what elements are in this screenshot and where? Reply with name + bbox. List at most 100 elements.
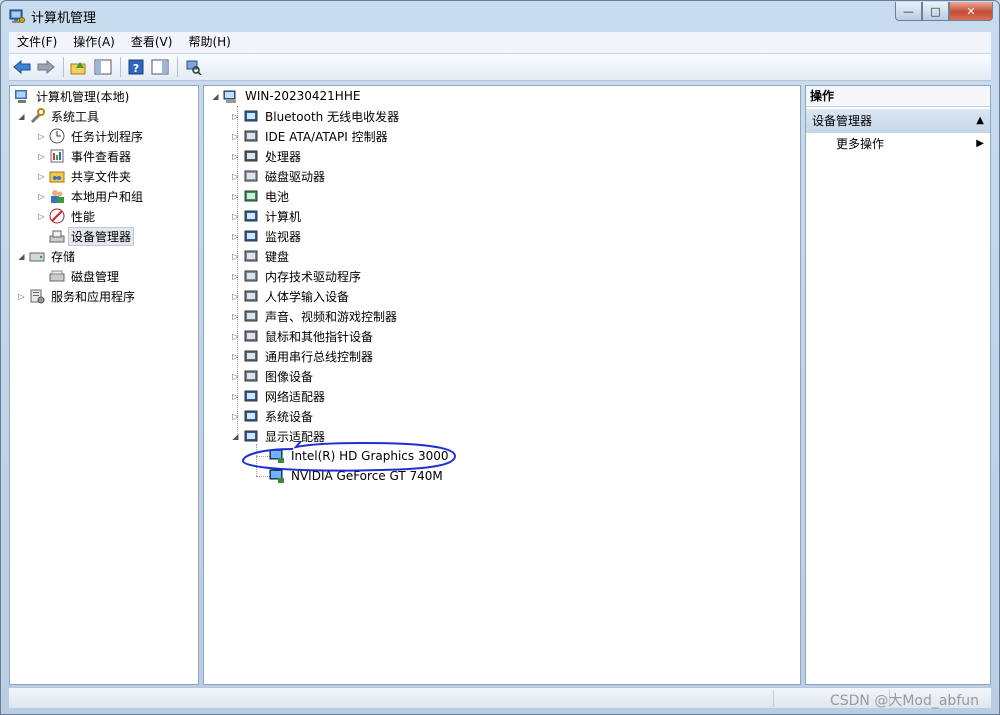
system-devices-icon (244, 410, 258, 422)
forward-button[interactable] (35, 56, 57, 78)
expand-arrow-icon[interactable]: ▷ (36, 126, 47, 146)
toolbar-separator (63, 57, 64, 77)
tree-performance[interactable]: ▷ 性能 (36, 206, 98, 226)
expand-arrow-icon[interactable]: ▷ (16, 286, 27, 306)
close-button[interactable]: ✕ (949, 2, 993, 21)
device-category-label: 声音、视频和游戏控制器 (265, 309, 398, 324)
device-tree-pane[interactable]: ◢ WIN-20230421HHE ▷ Bluetooth 无线电收发器 ▷ IDE … (203, 85, 801, 685)
tree-event-viewer[interactable]: ▷ 事件查看器 (36, 146, 134, 166)
menu-action[interactable]: 操作(A) (65, 32, 123, 53)
display-adapter-icon (244, 430, 258, 442)
expand-arrow-icon[interactable]: ▷ (230, 106, 241, 126)
expand-arrow-icon[interactable]: ▷ (36, 166, 47, 186)
submenu-arrow-icon: ▶ (976, 138, 984, 149)
device-category-row[interactable]: ▷ 计算机 (230, 206, 304, 226)
device-category-row[interactable]: ▷ 鼠标和其他指针设备 (230, 326, 376, 346)
device-category-label: 键盘 (265, 249, 290, 264)
tree-services-apps[interactable]: ▷ 服务和应用程序 (16, 286, 138, 306)
tree-disk-management[interactable]: 磁盘管理 (47, 266, 122, 286)
device-category-row[interactable]: ▷ 网络适配器 (230, 386, 328, 406)
expand-arrow-icon[interactable]: ▷ (230, 266, 241, 286)
menu-bar: 文件(F) 操作(A) 查看(V) 帮助(H) (9, 32, 991, 53)
close-icon: ✕ (966, 4, 976, 18)
collapse-up-icon[interactable]: ▲ (976, 109, 984, 133)
back-arrow-icon (13, 59, 31, 75)
device-category-row[interactable]: ▷ 声音、视频和游戏控制器 (230, 306, 400, 326)
memory-driver-icon (244, 270, 258, 282)
tree-root[interactable]: 计算机管理(本地) (12, 86, 132, 106)
device-category-label: 通用串行总线控制器 (265, 349, 374, 364)
scan-hardware-button[interactable] (182, 56, 204, 78)
expand-arrow-icon[interactable]: ▷ (36, 206, 47, 226)
device-category-row[interactable]: ▷ 系统设备 (230, 406, 316, 426)
device-category-row[interactable]: ▷ 磁盘驱动器 (230, 166, 328, 186)
expand-arrow-icon[interactable]: ▷ (230, 306, 241, 326)
device-category-row[interactable]: ▷ Bluetooth 无线电收发器 (230, 106, 402, 126)
device-category-row[interactable]: ▷ 人体学输入设备 (230, 286, 352, 306)
expand-arrow-icon[interactable]: ▷ (230, 326, 241, 346)
up-button[interactable] (68, 56, 90, 78)
collapse-arrow-icon[interactable]: ◢ (230, 426, 241, 446)
minimize-button[interactable]: — (895, 2, 922, 21)
device-manager-icon (49, 230, 65, 243)
back-button[interactable] (11, 56, 33, 78)
disk-management-icon (49, 270, 65, 282)
expand-arrow-icon[interactable]: ▷ (230, 166, 241, 186)
tree-device-manager[interactable]: 设备管理器 (47, 226, 135, 246)
tree-storage[interactable]: ◢ 存储 (16, 246, 78, 266)
help-button[interactable]: ? (125, 56, 147, 78)
device-category-row[interactable]: ▷ 处理器 (230, 146, 304, 166)
device-category-row[interactable]: ▷ 电池 (230, 186, 292, 206)
services-icon (30, 289, 45, 304)
tree-local-users[interactable]: ▷ 本地用户和组 (36, 186, 146, 206)
ide-controller-icon (244, 130, 258, 142)
expand-arrow-icon[interactable]: ▷ (230, 286, 241, 306)
menu-file[interactable]: 文件(F) (9, 32, 65, 53)
collapse-arrow-icon[interactable]: ◢ (210, 86, 221, 106)
menu-help[interactable]: 帮助(H) (180, 32, 238, 53)
device-category-row[interactable]: ▷ 图像设备 (230, 366, 316, 386)
tree-system-tools[interactable]: ◢ 系统工具 (16, 106, 102, 126)
processor-icon (244, 150, 258, 162)
device-category-row[interactable]: ◢ 显示适配器 (230, 426, 328, 446)
help-icon: ? (128, 59, 144, 75)
device-category-row[interactable]: ▷ 监视器 (230, 226, 304, 246)
expand-arrow-icon[interactable]: ▷ (230, 366, 241, 386)
device-intel-hd-graphics[interactable]: Intel(R) HD Graphics 3000 (267, 446, 452, 466)
expand-arrow-icon[interactable]: ▷ (230, 386, 241, 406)
device-category-row[interactable]: ▷ 通用串行总线控制器 (230, 346, 376, 366)
expand-arrow-icon[interactable]: ▷ (36, 186, 47, 206)
expand-arrow-icon[interactable]: ▷ (230, 186, 241, 206)
tree-task-scheduler[interactable]: ▷ 任务计划程序 (36, 126, 146, 146)
title-bar[interactable]: 计算机管理 — □ ✕ (1, 1, 999, 31)
collapse-arrow-icon[interactable]: ◢ (16, 246, 27, 266)
tree-shared-folders[interactable]: ▷ 共享文件夹 (36, 166, 134, 186)
actions-section-device-manager[interactable]: 设备管理器 ▲ (806, 109, 990, 133)
collapse-arrow-icon[interactable]: ◢ (16, 106, 27, 126)
maximize-button[interactable]: □ (922, 2, 949, 21)
device-category-row[interactable]: ▷ 内存技术驱动程序 (230, 266, 364, 286)
menu-view[interactable]: 查看(V) (123, 32, 181, 53)
expand-arrow-icon[interactable]: ▷ (230, 146, 241, 166)
device-category-row[interactable]: ▷ 键盘 (230, 246, 292, 266)
sound-icon (244, 310, 258, 322)
expand-arrow-icon[interactable]: ▷ (36, 146, 47, 166)
navigation-tree-pane[interactable]: 计算机管理(本地) ◢ 系统工具 ▷ 任务计划程序 ▷ 事件查看器 ▷ 共享文件… (9, 85, 199, 685)
expand-arrow-icon[interactable]: ▷ (230, 206, 241, 226)
show-hide-tree-button[interactable] (92, 56, 114, 78)
performance-icon (49, 208, 65, 224)
device-category-row[interactable]: ▷ IDE ATA/ATAPI 控制器 (230, 126, 391, 146)
up-folder-icon (70, 62, 86, 75)
more-actions-item[interactable]: 更多操作 ▶ (806, 133, 990, 155)
expand-arrow-icon[interactable]: ▷ (230, 126, 241, 146)
expand-arrow-icon[interactable]: ▷ (230, 346, 241, 366)
device-nvidia-gt740m[interactable]: NVIDIA GeForce GT 740M (267, 466, 446, 486)
device-category-label: 鼠标和其他指针设备 (265, 329, 374, 344)
expand-arrow-icon[interactable]: ▷ (230, 226, 241, 246)
device-tree-root[interactable]: ◢ WIN-20230421HHE (210, 86, 363, 106)
toolbar-separator (177, 57, 178, 77)
show-hide-action-pane-button[interactable] (149, 56, 171, 78)
expand-arrow-icon[interactable]: ▷ (230, 246, 241, 266)
device-category-label: 磁盘驱动器 (265, 169, 326, 184)
expand-arrow-icon[interactable]: ▷ (230, 406, 241, 426)
